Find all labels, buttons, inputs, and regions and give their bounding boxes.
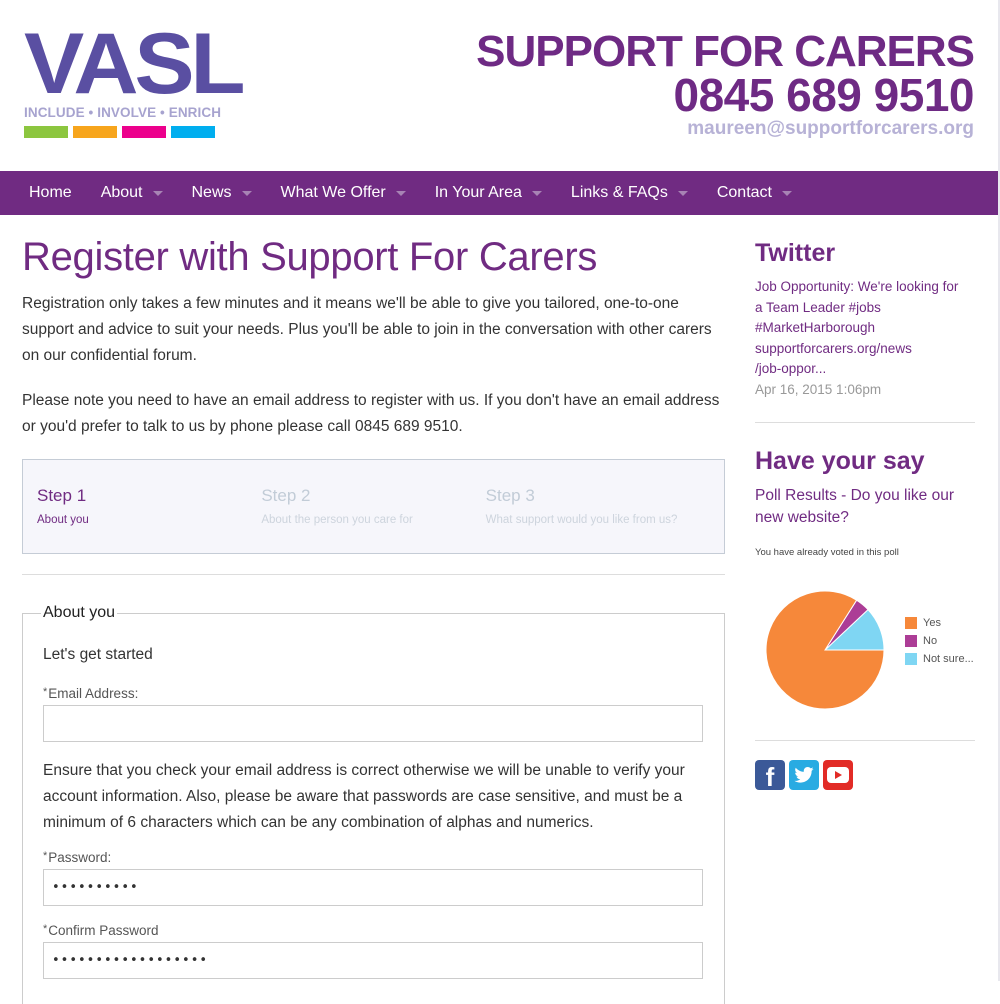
divider (755, 421, 975, 423)
legend-label: No (923, 634, 938, 647)
password-masked-value: •••••••••• (52, 880, 139, 895)
pie-svg (765, 590, 885, 709)
nav-item-contact[interactable]: Contact (717, 184, 792, 202)
tweet-line: /job-oppor... (755, 361, 827, 376)
twitter-heading: Twitter (755, 239, 836, 267)
legend-swatch (905, 616, 917, 629)
tweet-line: Job Opportunity: We're looking for (755, 279, 959, 294)
sidebar: Twitter Job Opportunity: We're looking f… (755, 215, 975, 792)
registration-steps: Step 1 About you Step 2 About the person yo… (22, 459, 725, 554)
facebook-icon[interactable]: f (755, 759, 785, 792)
required-mark: * (43, 923, 48, 935)
nav-item-label: About (100, 184, 143, 201)
password-label: *Password: (43, 850, 704, 865)
caret-down-icon (241, 191, 252, 196)
step-subtitle: About you (37, 514, 89, 526)
email-label-text: Email Address: (48, 686, 139, 701)
twitter-icon[interactable] (789, 759, 819, 790)
caret-down-icon (531, 191, 542, 196)
step-title: Step 1 (37, 486, 87, 505)
caret-down-icon (677, 191, 688, 196)
poll-voted-note: You have already voted in this poll (755, 546, 899, 558)
support-for-carers-title: SUPPORT FOR CARERS (476, 27, 975, 76)
chart-legend: Yes No Not sure... (905, 614, 974, 668)
legend-item: Not sure... (905, 650, 974, 668)
divider (22, 574, 725, 575)
header-phone: 0845 689 9510 (673, 69, 975, 121)
tweet-date[interactable]: Apr 16, 2015 1:06pm (755, 380, 975, 400)
divider (755, 739, 975, 741)
main-nav: Home About News What We Offer In Your Area Li… (0, 171, 998, 215)
nav-item-label: Contact (716, 184, 772, 201)
legend-label: Not sure... (923, 652, 974, 665)
step-2: Step 2 About the person you care for (261, 486, 485, 553)
password-label-text: Password: (48, 850, 112, 865)
email-label: *Email Address: (43, 686, 704, 701)
logo-color-bar (122, 126, 166, 138)
legend-label: Yes (923, 616, 941, 629)
logo-color-bar (171, 126, 215, 138)
form-intro: Let's get started (43, 646, 153, 663)
page-title: Register with Support For Carers (22, 235, 598, 279)
nav-item-label: Home (29, 184, 72, 201)
nav-item-label: News (191, 184, 232, 201)
step-subtitle: About the person you care for (261, 514, 413, 526)
caret-down-icon (781, 191, 792, 196)
confirm-password-label: *Confirm Password (43, 923, 704, 938)
intro-text: Registration only takes a few minutes an… (22, 291, 725, 440)
legend-swatch (905, 652, 917, 665)
nav-item-label: Links & FAQs (570, 184, 668, 201)
nav-item-links-faqs[interactable]: Links & FAQs (571, 184, 688, 202)
social-links: f (755, 759, 975, 792)
about-you-fieldset: About you Let's get started *Email Addre… (22, 604, 725, 1004)
confirm-password-masked-value: •••••••••••••••••• (52, 953, 209, 968)
legend-item: Yes (905, 614, 974, 632)
legend-swatch (905, 634, 917, 647)
step-title: Step 2 (261, 486, 311, 505)
vasl-logo[interactable]: VASL INCLUDE • INVOLVE • ENRICH (24, 21, 246, 138)
poll-title[interactable]: Poll Results - Do you like our new websi… (755, 485, 975, 529)
poll-heading: Have your say (755, 446, 925, 475)
nav-item-home[interactable]: Home (29, 184, 72, 202)
confirm-password-label-text: Confirm Password (48, 923, 159, 938)
confirm-password-field[interactable]: •••••••••••••••••• (43, 942, 703, 979)
site-header: VASL INCLUDE • INVOLVE • ENRICH SUPPORT … (0, 0, 1000, 171)
intro-paragraph: Registration only takes a few minutes an… (22, 295, 712, 364)
step-subtitle: What support would you like from us? (485, 514, 678, 526)
logo-color-bars (24, 126, 219, 138)
caret-down-icon (152, 191, 163, 196)
step-3: Step 3 What support would you like from u… (486, 486, 710, 553)
fieldset-legend: About you (43, 604, 116, 621)
step-title: Step 3 (485, 486, 535, 505)
caret-down-icon (395, 191, 406, 196)
required-mark: * (43, 850, 48, 862)
nav-item-label: What We Offer (280, 184, 386, 201)
logo-wordmark: VASL (24, 16, 246, 112)
youtube-icon[interactable] (823, 759, 853, 790)
intro-paragraph: Please note you need to have an email ad… (22, 392, 720, 435)
tweet-line: #MarketHarborough (755, 320, 876, 335)
nav-item-news[interactable]: News (192, 184, 252, 202)
password-note: Ensure that you check your email address… (43, 762, 685, 831)
logo-color-bar (73, 126, 117, 138)
nav-item-label: In Your Area (434, 184, 522, 201)
main-content: Register with Support For Carers Registr… (22, 215, 725, 1004)
email-field[interactable] (43, 705, 703, 742)
legend-item: No (905, 632, 974, 650)
tweet-text[interactable]: Job Opportunity: We're looking for a Team… (755, 277, 975, 380)
logo-color-bar (24, 126, 68, 138)
step-1: Step 1 About you (37, 486, 261, 553)
required-mark: * (43, 686, 48, 698)
nav-item-about[interactable]: About (101, 184, 163, 202)
tweet-line: supportforcarers.org/news (755, 340, 912, 356)
password-field[interactable]: •••••••••• (43, 869, 703, 906)
header-email[interactable]: maureen@supportforcarers.org (476, 118, 974, 140)
poll-pie-chart: Yes No Not sure... (755, 590, 975, 740)
nav-item-what-we-offer[interactable]: What We Offer (281, 184, 406, 202)
nav-item-in-your-area[interactable]: In Your Area (435, 184, 542, 202)
tweet-line: a Team Leader #jobs (755, 299, 881, 315)
contact-banner: SUPPORT FOR CARERS 0845 689 9510 maureen… (476, 27, 975, 140)
